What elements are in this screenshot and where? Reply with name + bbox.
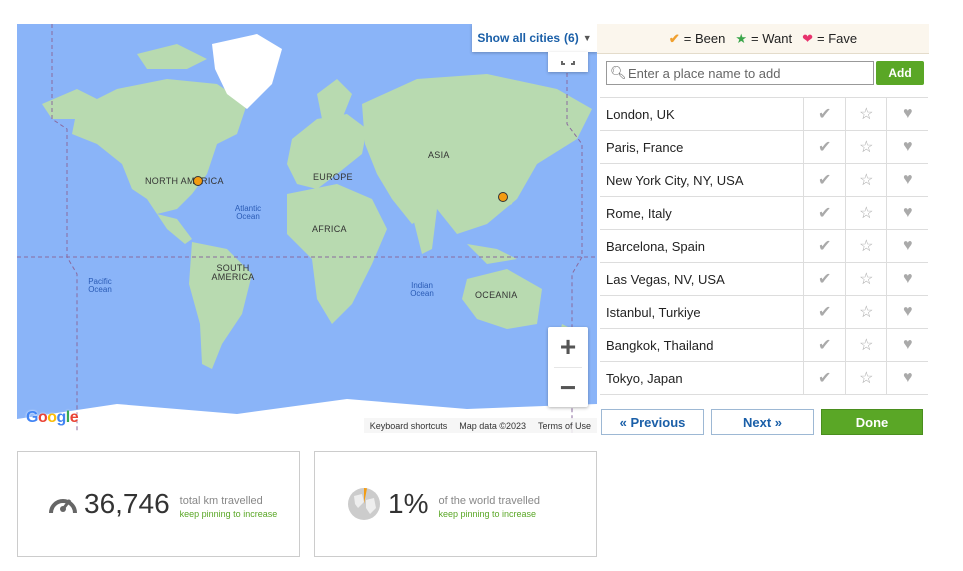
want-label: = Want [751, 31, 793, 46]
star-icon: ★ [735, 30, 748, 46]
fave-heart-icon[interactable]: ♥ [886, 196, 928, 230]
show-all-cities-button[interactable]: Show all cities (6) ▼ [472, 24, 597, 52]
label-oceania: OCEANIA [475, 290, 518, 300]
city-name: Las Vegas, NV, USA [600, 262, 805, 296]
city-row: Istanbul, Turkiye ✔ ☆ ♥ [600, 295, 928, 329]
city-name: Istanbul, Turkiye [600, 295, 805, 329]
done-button[interactable]: Done [821, 409, 923, 435]
been-check-icon[interactable]: ✔ [803, 130, 846, 164]
globe-icon [348, 488, 380, 520]
world-label: of the world travelled [438, 495, 540, 507]
world-map-canvas [17, 24, 597, 433]
want-star-icon[interactable]: ☆ [845, 229, 888, 263]
label-africa: AFRICA [312, 224, 347, 234]
map-pin[interactable] [498, 192, 508, 202]
been-check-icon[interactable]: ✔ [803, 295, 846, 329]
city-name: Paris, France [600, 130, 805, 164]
city-name: London, UK [600, 97, 805, 131]
city-row: Barcelona, Spain ✔ ☆ ♥ [600, 229, 928, 263]
want-star-icon[interactable]: ☆ [845, 262, 888, 296]
city-row: Paris, France ✔ ☆ ♥ [600, 130, 928, 164]
fave-label: = Fave [817, 31, 858, 46]
previous-button[interactable]: « Previous [601, 409, 704, 435]
city-count: (6) [564, 31, 579, 45]
fullscreen-icon [561, 61, 575, 65]
fave-heart-icon[interactable]: ♥ [886, 163, 928, 197]
map-data-label: Map data ©2023 [459, 420, 526, 431]
chevron-down-icon: ▼ [582, 33, 592, 43]
fullscreen-button[interactable] [548, 52, 588, 72]
terms-of-use-link[interactable]: Terms of Use [538, 421, 591, 431]
fave-heart-icon[interactable]: ♥ [886, 97, 928, 131]
speedometer-icon [49, 499, 77, 514]
label-europe: EUROPE [313, 172, 353, 182]
fave-heart-icon[interactable]: ♥ [886, 295, 928, 329]
distance-stat-card: 36,746 total km travelled keep pinning t… [17, 451, 300, 557]
city-name: Bangkok, Thailand [600, 328, 805, 362]
label-indian-ocean: Indian Ocean [410, 281, 434, 298]
add-button[interactable]: Add [876, 61, 924, 85]
want-star-icon[interactable]: ☆ [845, 196, 888, 230]
want-star-icon[interactable]: ☆ [845, 295, 888, 329]
label-asia: ASIA [428, 150, 450, 160]
zoom-in-button[interactable]: + [548, 327, 588, 367]
add-place-row: 🔍︎ Add [606, 61, 926, 85]
show-all-label: Show all cities [477, 31, 561, 45]
distance-value: 36,746 [84, 488, 170, 519]
zoom-out-button[interactable]: − [548, 368, 588, 407]
zoom-controls: + − [548, 327, 588, 407]
heart-icon: ❤ [802, 30, 813, 46]
map-pin[interactable] [193, 176, 203, 186]
place-search-input[interactable] [626, 64, 870, 82]
been-check-icon[interactable]: ✔ [803, 328, 846, 362]
want-star-icon[interactable]: ☆ [845, 97, 888, 131]
city-name: Barcelona, Spain [600, 229, 805, 263]
been-check-icon[interactable]: ✔ [803, 97, 846, 131]
fave-heart-icon[interactable]: ♥ [886, 130, 928, 164]
city-name: Tokyo, Japan [600, 361, 805, 395]
distance-label: total km travelled [179, 495, 263, 507]
google-logo: Google [26, 409, 79, 426]
want-star-icon[interactable]: ☆ [845, 163, 888, 197]
label-pacific-ocean: Pacific Ocean [88, 277, 112, 294]
been-check-icon[interactable]: ✔ [803, 361, 846, 395]
fave-heart-icon[interactable]: ♥ [886, 328, 928, 362]
city-table: London, UK ✔ ☆ ♥ Paris, France ✔ ☆ ♥ New York Ci… [600, 97, 928, 395]
distance-hint: keep pinning to increase [179, 509, 278, 519]
city-row: Las Vegas, NV, USA ✔ ☆ ♥ [600, 262, 928, 296]
world-stat-card: 1% of the world travelled keep pinning t… [314, 451, 597, 557]
next-button[interactable]: Next » [711, 409, 814, 435]
fave-heart-icon[interactable]: ♥ [886, 229, 928, 263]
city-row: Bangkok, Thailand ✔ ☆ ♥ [600, 328, 928, 362]
been-icon: ✔ [668, 30, 680, 46]
label-south-america: SOUTH AMERICA [211, 263, 255, 282]
city-row: Tokyo, Japan ✔ ☆ ♥ [600, 361, 928, 395]
label-atlantic-ocean: Atlantic Ocean [234, 204, 262, 221]
want-star-icon[interactable]: ☆ [845, 130, 888, 164]
label-north-america: NORTH AMERICA [145, 176, 224, 186]
been-check-icon[interactable]: ✔ [803, 262, 846, 296]
want-star-icon[interactable]: ☆ [845, 361, 888, 395]
search-box: 🔍︎ [606, 61, 874, 85]
city-name: New York City, NY, USA [600, 163, 805, 197]
city-row: New York City, NY, USA ✔ ☆ ♥ [600, 163, 928, 197]
been-check-icon[interactable]: ✔ [803, 229, 846, 263]
been-check-icon[interactable]: ✔ [803, 163, 846, 197]
fave-heart-icon[interactable]: ♥ [886, 262, 928, 296]
keyboard-shortcuts-link[interactable]: Keyboard shortcuts [370, 421, 448, 431]
want-star-icon[interactable]: ☆ [845, 328, 888, 362]
been-check-icon[interactable]: ✔ [803, 196, 846, 230]
been-label: = Been [683, 31, 726, 46]
world-map[interactable]: NORTH AMERICA EUROPE ASIA AFRICA SOUTH A… [17, 24, 597, 433]
legend: ✔ = Been ★ = Want ❤ = Fave [597, 24, 929, 54]
fave-heart-icon[interactable]: ♥ [886, 361, 928, 395]
search-icon: 🔍︎ [610, 65, 627, 80]
city-row: London, UK ✔ ☆ ♥ [600, 97, 928, 131]
world-value: 1% [388, 488, 429, 519]
city-row: Rome, Italy ✔ ☆ ♥ [600, 196, 928, 230]
world-hint: keep pinning to increase [438, 509, 537, 519]
city-name: Rome, Italy [600, 196, 805, 230]
map-attribution: Keyboard shortcuts Map data ©2023 Terms … [363, 418, 597, 433]
